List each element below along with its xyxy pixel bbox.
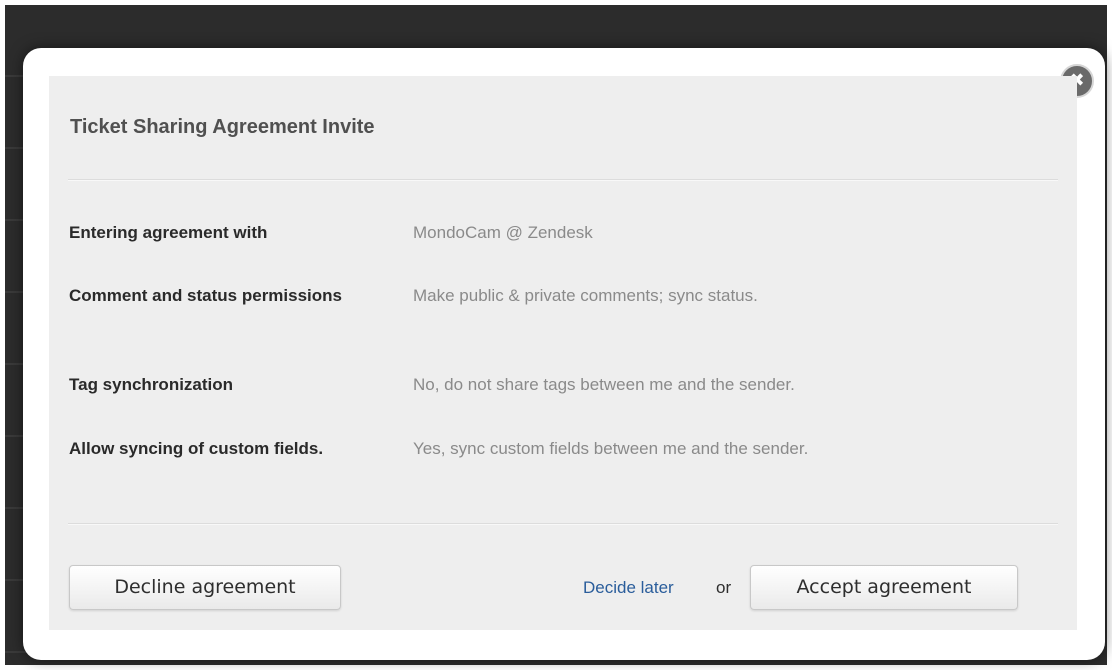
agreement-invite-modal: ✖ Ticket Sharing Agreement Invite Enteri…: [23, 48, 1105, 660]
divider: [68, 523, 1058, 525]
modal-title: Ticket Sharing Agreement Invite: [70, 116, 375, 138]
tag-sync-value: No, do not share tags between me and the…: [413, 375, 795, 394]
decide-later-link[interactable]: Decide later: [583, 578, 674, 598]
permissions-label: Comment and status permissions: [69, 286, 343, 305]
permissions-value: Make public & private comments; sync sta…: [413, 286, 758, 305]
modal-panel: Ticket Sharing Agreement Invite Entering…: [49, 76, 1077, 630]
accept-agreement-button[interactable]: Accept agreement: [750, 565, 1018, 610]
decline-agreement-button[interactable]: Decline agreement: [69, 565, 341, 610]
agreement-with-value: MondoCam @ Zendesk: [413, 223, 593, 242]
divider: [68, 179, 1058, 181]
tag-sync-label: Tag synchronization: [69, 375, 234, 394]
agreement-with-label: Entering agreement with: [69, 223, 268, 242]
custom-fields-value: Yes, sync custom fields between me and t…: [413, 439, 809, 458]
or-text: or: [716, 578, 732, 597]
custom-fields-label: Allow syncing of custom fields.: [69, 439, 324, 458]
